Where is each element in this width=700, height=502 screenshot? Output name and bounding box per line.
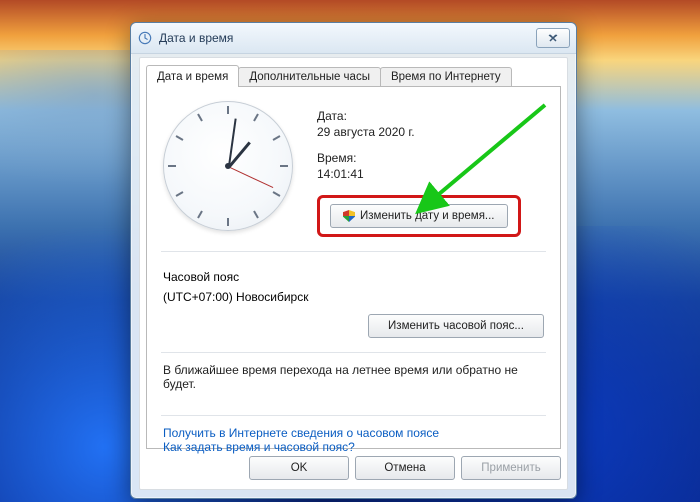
clock-icon bbox=[137, 30, 153, 46]
link-howto-set-time[interactable]: Как задать время и часовой пояс? bbox=[163, 440, 355, 454]
highlight-box: Изменить дату и время... bbox=[317, 195, 521, 237]
tab-panel-datetime: Дата: 29 августа 2020 г. Время: 14:01:41… bbox=[146, 86, 561, 449]
time-value: 14:01:41 bbox=[317, 167, 544, 181]
link-timezone-info[interactable]: Получить в Интернете сведения о часовом … bbox=[163, 426, 439, 440]
timezone-value: (UTC+07:00) Новосибирск bbox=[163, 290, 544, 304]
apply-button[interactable]: Применить bbox=[461, 456, 561, 480]
tab-internet-time[interactable]: Время по Интернету bbox=[380, 67, 512, 87]
cancel-button[interactable]: Отмена bbox=[355, 456, 455, 480]
time-label: Время: bbox=[317, 151, 544, 165]
tab-strip: Дата и время Дополнительные часы Время п… bbox=[146, 64, 561, 87]
close-button[interactable]: ✕ bbox=[536, 28, 570, 48]
titlebar[interactable]: Дата и время ✕ bbox=[131, 23, 576, 54]
analog-clock bbox=[163, 101, 293, 231]
date-value: 29 августа 2020 г. bbox=[317, 125, 544, 139]
ok-button[interactable]: OK bbox=[249, 456, 349, 480]
dst-note: В ближайшее время перехода на летнее вре… bbox=[163, 363, 544, 391]
shield-icon bbox=[343, 210, 355, 222]
tab-datetime[interactable]: Дата и время bbox=[146, 65, 239, 87]
dialog-buttons: OK Отмена Применить bbox=[146, 453, 561, 483]
client-area: Дата и время Дополнительные часы Время п… bbox=[139, 57, 568, 490]
change-datetime-button[interactable]: Изменить дату и время... bbox=[330, 204, 508, 228]
change-timezone-label: Изменить часовой пояс... bbox=[388, 320, 524, 332]
change-datetime-label: Изменить дату и время... bbox=[360, 210, 495, 222]
window-title: Дата и время bbox=[159, 31, 536, 45]
tab-additional-clocks[interactable]: Дополнительные часы bbox=[238, 67, 381, 87]
timezone-label: Часовой пояс bbox=[163, 270, 544, 284]
date-label: Дата: bbox=[317, 109, 544, 123]
change-timezone-button[interactable]: Изменить часовой пояс... bbox=[368, 314, 544, 338]
datetime-dialog: Дата и время ✕ Дата и время Дополнительн… bbox=[130, 22, 577, 499]
